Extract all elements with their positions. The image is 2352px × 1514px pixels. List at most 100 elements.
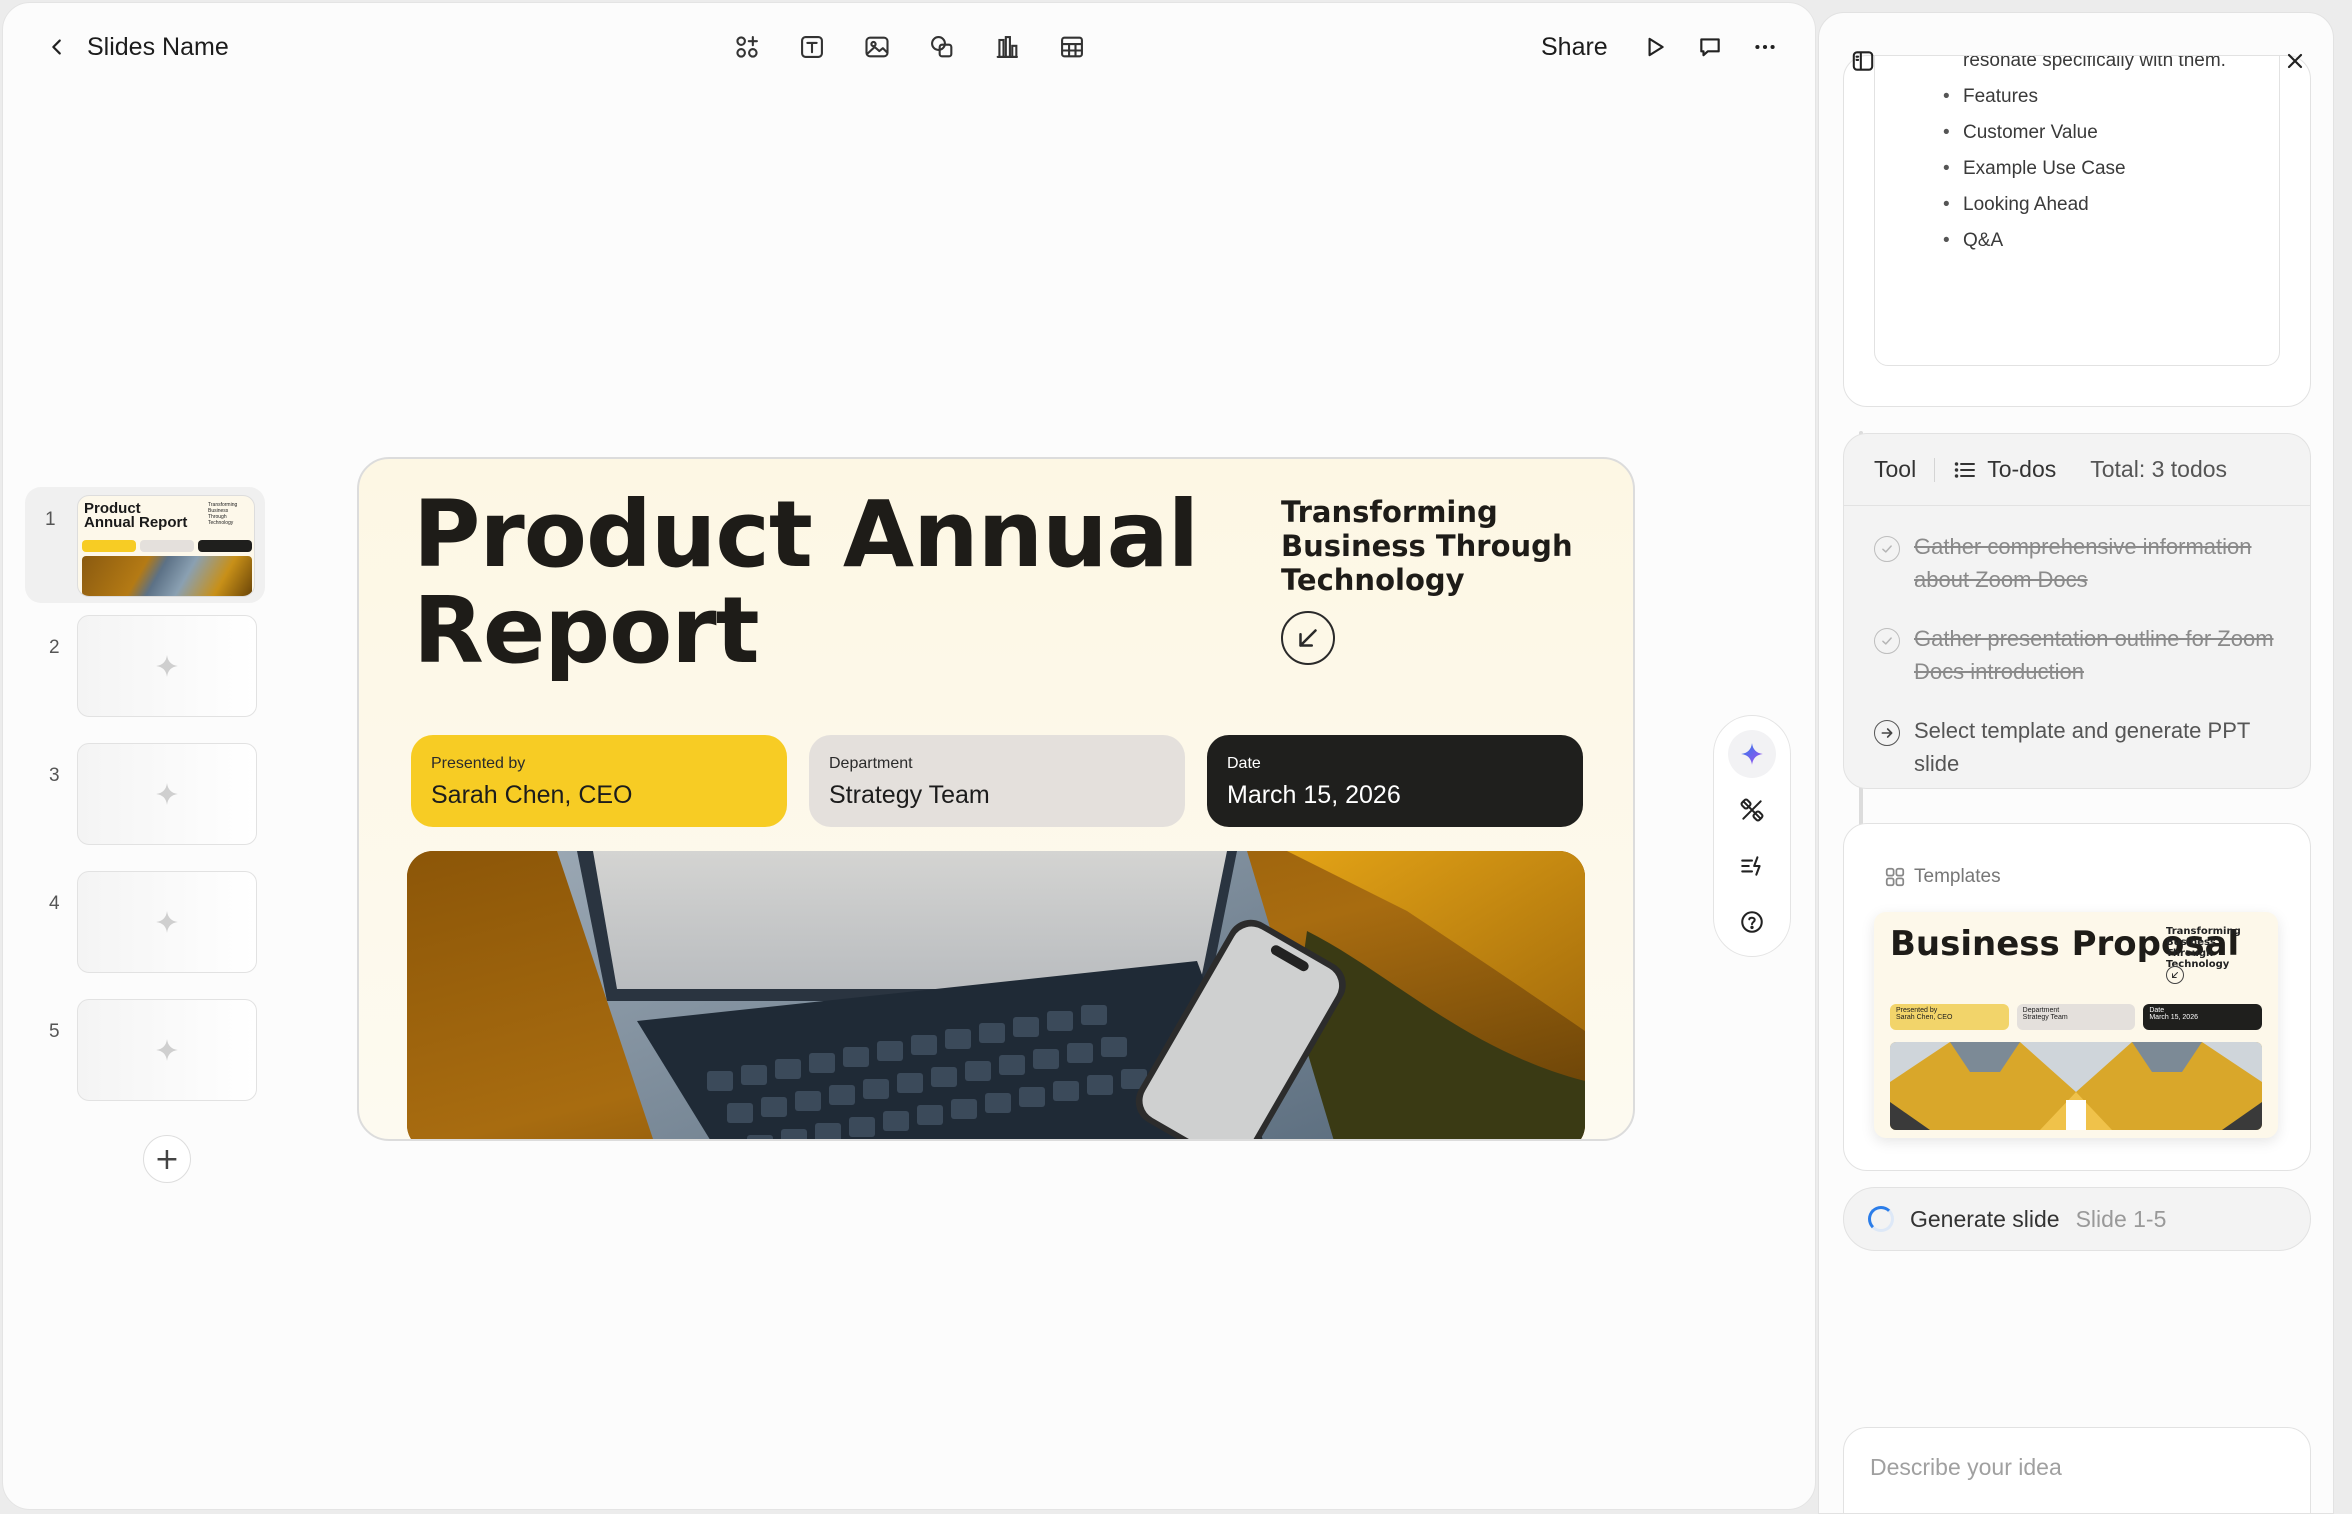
template-pill-value: Sarah Chen, CEO	[1896, 1014, 1953, 1021]
tool-label: Tool	[1874, 456, 1917, 482]
quick-actions-button[interactable]	[1728, 842, 1776, 890]
todo-item[interactable]: Select template and generate PPT slide	[1874, 714, 2294, 780]
todo-text: Gather presentation outline for Zoom Doc…	[1914, 626, 2274, 684]
template-subtitle: Transforming Business Through Technology	[2166, 926, 2241, 970]
outline-item: Example Use Case	[1943, 154, 2293, 183]
prompt-input[interactable]	[1870, 1454, 2290, 1481]
arrow-right-circle-icon	[1874, 720, 1900, 746]
laptop-photo[interactable]	[407, 851, 1585, 1139]
thumbnail-subtitle: Transforming Business Through Technology	[208, 502, 238, 526]
comment-icon	[1700, 38, 1720, 57]
arrow-down-left-icon	[1281, 611, 1335, 665]
thumbnail-item[interactable]: 1 Product Annual Report Transforming Bus…	[25, 487, 265, 603]
thumbnail-number: 4	[49, 893, 60, 914]
template-pill-value: March 15, 2026	[2149, 1014, 2198, 1021]
date-pill[interactable]: Date March 15, 2026	[1207, 735, 1583, 827]
shapes-button[interactable]	[924, 29, 960, 65]
thumbnail-item[interactable]: 5	[29, 999, 265, 1127]
thumbnail-placeholder[interactable]	[77, 871, 257, 973]
help-button[interactable]	[1728, 898, 1776, 946]
slide-canvas[interactable]: Product Annual Report Transforming Busin…	[357, 457, 1635, 1141]
generate-slide-status[interactable]: Generate slide Slide 1-5	[1843, 1187, 2311, 1251]
shapes-icon	[931, 36, 953, 58]
toggle-panel-button[interactable]	[1845, 43, 1881, 79]
table-icon	[1061, 36, 1083, 58]
add-slide-button[interactable]: +	[143, 1135, 191, 1183]
ai-assistant-button[interactable]	[1728, 730, 1776, 778]
sparkle-icon	[156, 655, 178, 677]
table-button[interactable]	[1054, 29, 1090, 65]
templates-header: Templates	[1884, 866, 2001, 888]
divider	[1934, 457, 1936, 482]
thumbnail-preview[interactable]: Product Annual Report Transforming Busin…	[77, 495, 255, 597]
more-button[interactable]	[1747, 29, 1783, 65]
thumbnail-placeholder[interactable]	[77, 999, 257, 1101]
components-button[interactable]	[729, 29, 765, 65]
thumbnail-number: 2	[49, 637, 60, 658]
thumbnail-number: 5	[49, 1021, 60, 1042]
template-pill: Presented by Sarah Chen, CEO	[1890, 1004, 2009, 1030]
todo-card: Tool To-dos Total: 3 todos Gather compre…	[1843, 433, 2311, 789]
todo-text: Select template and generate PPT slide	[1914, 718, 2250, 776]
thumbnail-item[interactable]: 3	[29, 743, 265, 871]
editor-window: Slides Name Share 1 Product Annual Repor…	[2, 2, 1816, 1510]
share-button[interactable]: Share	[1541, 33, 1608, 62]
thumbnail-pills	[82, 540, 252, 552]
department-pill[interactable]: Department Strategy Team	[809, 735, 1185, 827]
slide-thumbnails: 1 Product Annual Report Transforming Bus…	[25, 487, 265, 1127]
thumbnail-item[interactable]: 2	[29, 615, 265, 743]
image-icon	[865, 36, 889, 58]
components-icon	[736, 36, 758, 58]
outline-item: Looking Ahead	[1943, 190, 2293, 219]
outline-box[interactable]: Use language and examples that resonate …	[1874, 56, 2280, 366]
sidebar-toggle-icon	[1852, 51, 1874, 71]
ai-sparkle-icon	[1741, 743, 1763, 765]
outline-card: Use language and examples that resonate …	[1843, 55, 2311, 407]
date-value: March 15, 2026	[1227, 781, 1401, 809]
check-circle-icon	[1874, 628, 1900, 654]
templates-label: Templates	[1914, 866, 2001, 887]
design-tools-icon	[1740, 798, 1764, 822]
document-title[interactable]: Slides Name	[87, 33, 229, 62]
design-tools-button[interactable]	[1728, 786, 1776, 834]
help-icon	[1741, 911, 1763, 933]
date-label: Date	[1227, 755, 1261, 772]
back-button[interactable]	[39, 29, 75, 65]
image-button[interactable]	[859, 29, 895, 65]
template-pill-label: Date	[2149, 1007, 2165, 1014]
thumbnail-placeholder[interactable]	[77, 615, 257, 717]
quick-actions-icon	[1741, 856, 1761, 876]
sparkle-icon	[156, 1039, 178, 1061]
template-pill-value: Strategy Team	[2022, 1014, 2068, 1021]
todos-total: Total: 3 todos	[2090, 456, 2228, 482]
text-box-button[interactable]	[794, 29, 830, 65]
template-pill: Department Strategy Team	[2016, 1004, 2136, 1030]
outline-list: Use language and examples that resonate …	[1943, 56, 2293, 262]
outline-item: Customer Value	[1943, 118, 2293, 147]
chevron-left-icon	[52, 39, 61, 55]
close-panel-button[interactable]	[2277, 43, 2313, 79]
comment-button[interactable]	[1692, 29, 1728, 65]
todo-item[interactable]: Gather comprehensive information about Z…	[1874, 530, 2294, 596]
insert-toolbar	[729, 29, 1090, 65]
header-actions	[1637, 29, 1783, 65]
template-preview[interactable]: Business Proposal Transforming Business …	[1874, 912, 2278, 1138]
list-icon	[1954, 461, 1976, 478]
presenter-value: Sarah Chen, CEO	[431, 781, 633, 809]
department-value: Strategy Team	[829, 781, 990, 809]
template-pill-label: Department	[2022, 1007, 2060, 1014]
department-label: Department	[829, 755, 913, 772]
thumbnail-placeholder[interactable]	[77, 743, 257, 845]
chart-button[interactable]	[989, 29, 1025, 65]
ai-toolbar	[1713, 715, 1791, 957]
thumbnail-number: 1	[45, 509, 56, 530]
more-icon	[1755, 44, 1775, 50]
top-bar: Slides Name Share	[3, 3, 1815, 93]
arrow-down-left-icon	[2166, 966, 2184, 984]
todo-item[interactable]: Gather presentation outline for Zoom Doc…	[1874, 622, 2294, 688]
slide-subtitle[interactable]: Transforming Business Through Technology	[1281, 495, 1601, 597]
presenter-pill[interactable]: Presented by Sarah Chen, CEO	[411, 735, 787, 827]
present-button[interactable]	[1637, 29, 1673, 65]
slide-title[interactable]: Product Annual Report	[413, 487, 1213, 679]
thumbnail-item[interactable]: 4	[29, 871, 265, 999]
